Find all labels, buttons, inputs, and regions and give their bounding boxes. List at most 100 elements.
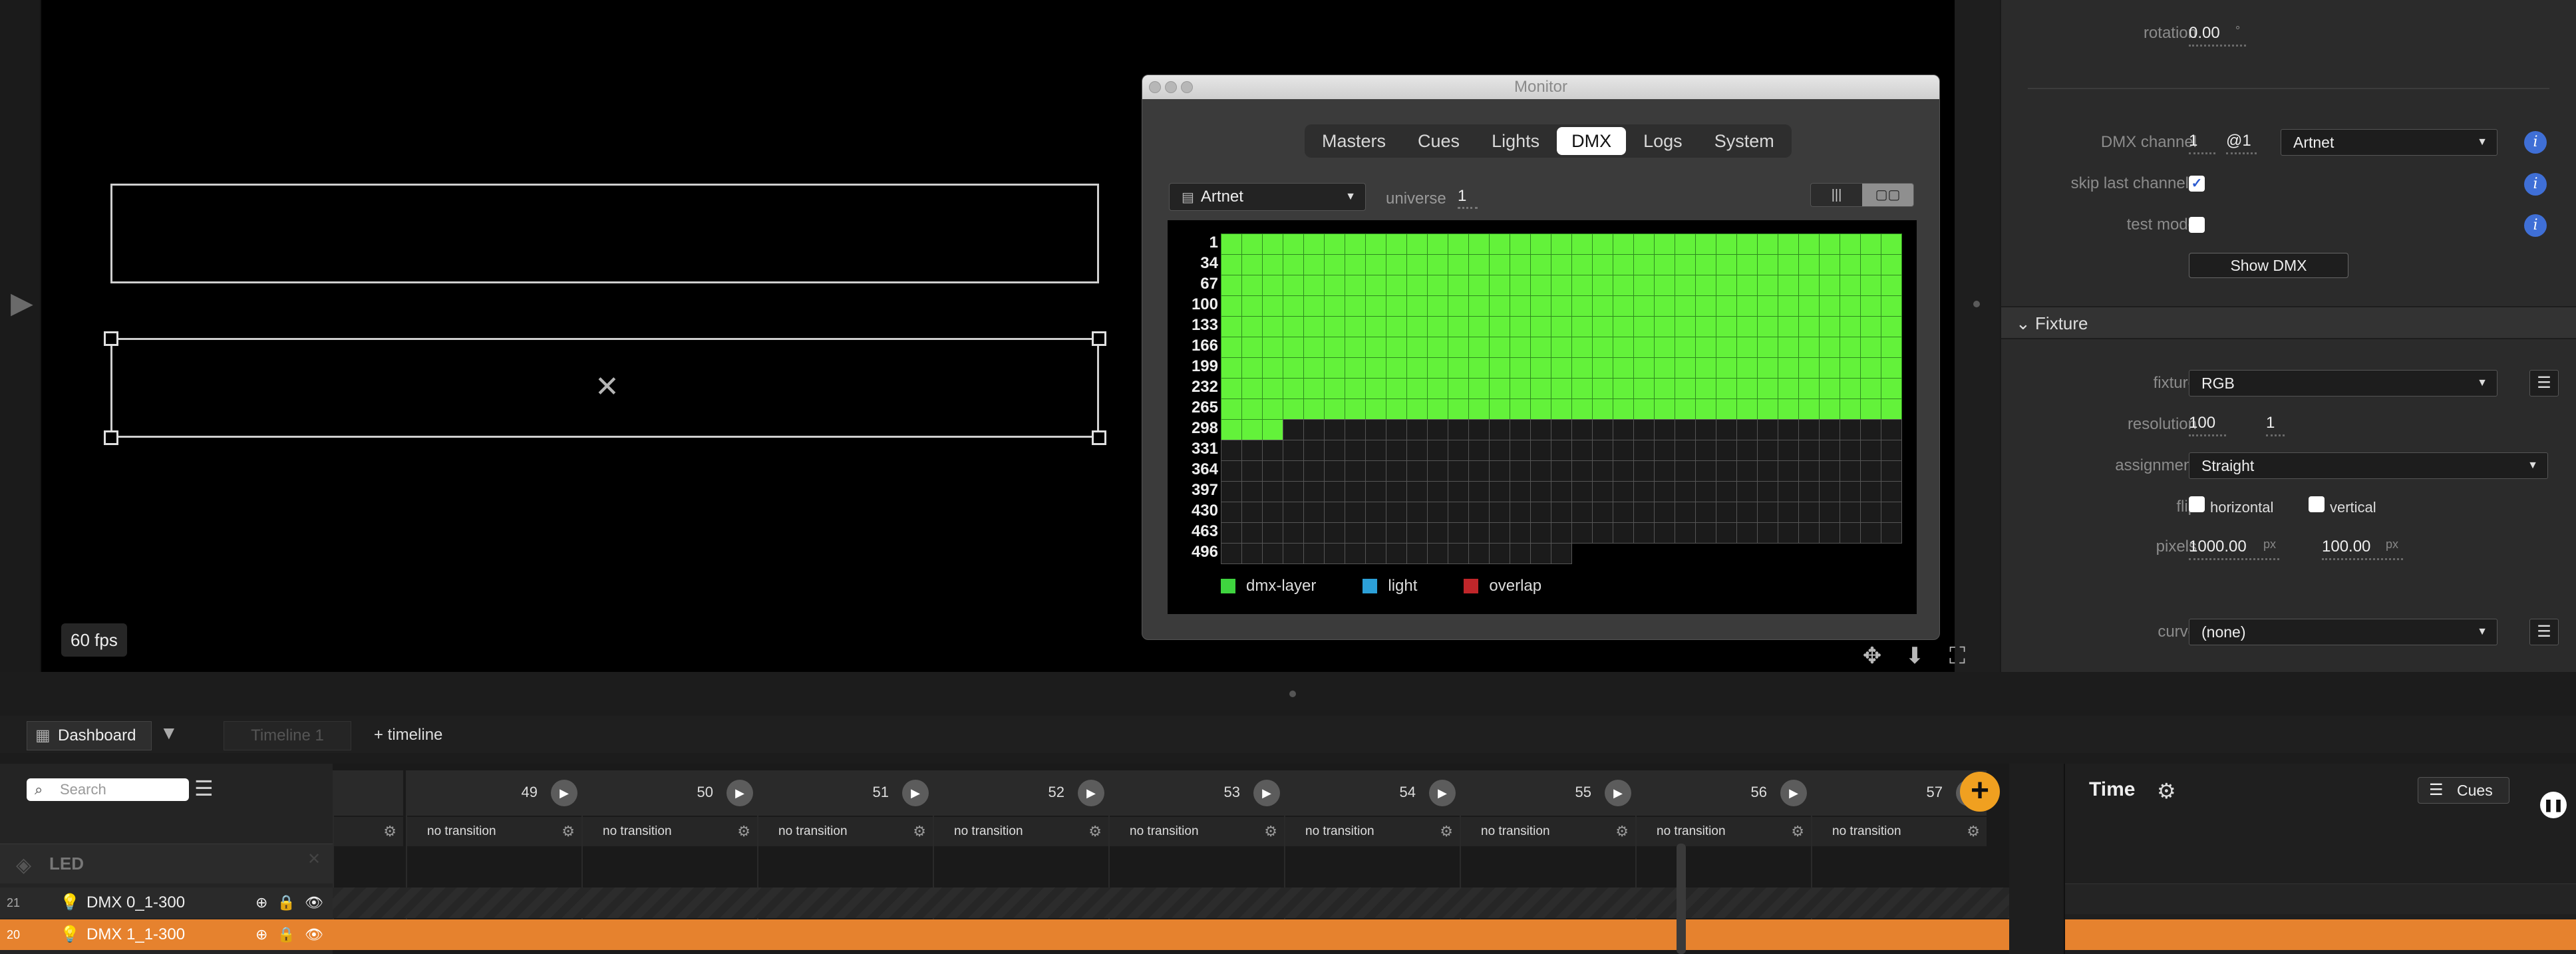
dmx-channel-cell[interactable] [1860, 481, 1881, 502]
dmx-channel-cell[interactable] [1736, 522, 1758, 544]
dmx-channel-cell[interactable] [1324, 460, 1345, 482]
led-strip-outline[interactable] [110, 184, 1099, 283]
dmx-channel-cell[interactable] [1654, 234, 1675, 255]
dmx-channel-cell[interactable] [1241, 337, 1263, 358]
dmx-channel-cell[interactable] [1819, 502, 1840, 523]
dmx-channel-cell[interactable] [1489, 254, 1510, 275]
dmx-channel-cell[interactable] [1736, 357, 1758, 379]
dmx-channel-cell[interactable] [1881, 295, 1902, 317]
dmx-channel-cell[interactable] [1798, 419, 1820, 440]
dmx-channel-cell[interactable] [1716, 357, 1737, 379]
download-icon[interactable]: ⬇ [1901, 643, 1928, 669]
dmx-channel-cell[interactable] [1840, 419, 1861, 440]
dmx-channel-cell[interactable] [1448, 398, 1469, 420]
move-icon[interactable]: ✥ [1859, 643, 1885, 669]
tab-dmx[interactable]: DMX [1557, 127, 1627, 155]
dmx-channel-cell[interactable] [1345, 378, 1366, 399]
dmx-channel-cell[interactable] [1860, 502, 1881, 523]
dmx-channel-cell[interactable] [1365, 460, 1386, 482]
dmx-channel-cell[interactable] [1592, 275, 1613, 296]
dmx-channel-cell[interactable] [1489, 378, 1510, 399]
dmx-channel-cell[interactable] [1613, 357, 1634, 379]
cue-header[interactable]: 56 ▶ [1637, 770, 1811, 816]
dmx-channel-cell[interactable] [1675, 460, 1696, 482]
dmx-channel-cell[interactable] [1675, 481, 1696, 502]
dmx-channel-cell[interactable] [1489, 460, 1510, 482]
dmx-channel-cell[interactable] [1303, 419, 1325, 440]
dmx-channel-cell[interactable] [1303, 254, 1325, 275]
dmx-channel-cell[interactable] [1695, 419, 1716, 440]
dmx-channel-cell[interactable] [1613, 502, 1634, 523]
dmx-channel-cell[interactable] [1262, 440, 1283, 461]
dmx-channel-cell[interactable] [1262, 522, 1283, 544]
splitter-strip[interactable] [1955, 0, 2000, 672]
layer-group-header[interactable]: ◈ LED ✕ [0, 844, 333, 883]
list-icon[interactable]: ☰ [194, 776, 214, 801]
dmx-channel-cell[interactable] [1262, 502, 1283, 523]
dmx-channel-cell[interactable] [1530, 543, 1551, 564]
dmx-channel-cell[interactable] [1427, 398, 1448, 420]
vertical-scrollbar[interactable] [1677, 844, 1686, 954]
dmx-channel-cell[interactable] [1530, 254, 1551, 275]
dmx-channel-cell[interactable] [1365, 543, 1386, 564]
dmx-channel-cell[interactable] [1840, 502, 1861, 523]
cue-transition[interactable]: no transition ⚙ [1637, 817, 1811, 846]
gear-icon[interactable]: ⚙ [1088, 817, 1102, 846]
dmx-channel-cell[interactable] [1262, 254, 1283, 275]
dmx-channel-cell[interactable] [1427, 481, 1448, 502]
dmx-channel-cell[interactable] [1324, 440, 1345, 461]
dmx-channel-cell[interactable] [1345, 440, 1366, 461]
dmx-channel-cell[interactable] [1798, 295, 1820, 317]
dmx-channel-cell[interactable] [1448, 522, 1469, 544]
gear-icon[interactable]: ⚙ [562, 817, 575, 846]
dmx-channel-cell[interactable] [1716, 419, 1737, 440]
list-icon[interactable]: ☰ [2529, 370, 2559, 397]
dmx-channel-cell[interactable] [1881, 502, 1902, 523]
dmx-channel-cell[interactable] [1551, 234, 1572, 255]
dmx-channel-cell[interactable] [1675, 234, 1696, 255]
dmx-channel-cell[interactable] [1633, 295, 1655, 317]
dmx-channel-cell[interactable] [1448, 481, 1469, 502]
dmx-channel-cell[interactable] [1283, 398, 1304, 420]
dmx-channel-cell[interactable] [1613, 419, 1634, 440]
dmx-channel-cell[interactable] [1241, 357, 1263, 379]
monitor-window[interactable]: Monitor Masters Cues Lights DMX Logs Sys… [1142, 75, 1940, 640]
dmx-channel-cell[interactable] [1860, 398, 1881, 420]
dmx-channel-cell[interactable] [1860, 357, 1881, 379]
dmx-channel-cell[interactable] [1819, 295, 1840, 317]
dmx-channel-cell[interactable] [1881, 481, 1902, 502]
fixture-section-header[interactable]: ⌄ Fixture [2001, 306, 2576, 339]
dmx-channel-cell[interactable] [1386, 316, 1407, 337]
dmx-channel-cell[interactable] [1241, 481, 1263, 502]
test-mode-checkbox[interactable] [2189, 217, 2205, 233]
dmx-channel-cell[interactable] [1386, 254, 1407, 275]
dmx-channel-cell[interactable] [1283, 275, 1304, 296]
dmx-channel-cell[interactable] [1736, 275, 1758, 296]
dmx-channel-cell[interactable] [1633, 522, 1655, 544]
curve-select[interactable]: (none) ▼ [2189, 619, 2497, 645]
dmx-channel-cell[interactable] [1241, 398, 1263, 420]
dmx-channel-cell[interactable] [1840, 378, 1861, 399]
dmx-channel-cell[interactable] [1860, 316, 1881, 337]
dmx-channel-cell[interactable] [1613, 254, 1634, 275]
flip-horizontal-checkbox[interactable] [2189, 496, 2205, 512]
dmx-channel-cell[interactable] [1592, 357, 1613, 379]
dmx-channel-cell[interactable] [1571, 502, 1593, 523]
dmx-channel-cell[interactable] [1303, 440, 1325, 461]
dmx-channel-cell[interactable] [1633, 502, 1655, 523]
dmx-channel-cell[interactable] [1468, 254, 1490, 275]
dmx-channel-cell[interactable] [1778, 357, 1799, 379]
dmx-channel-cell[interactable] [1736, 254, 1758, 275]
dmx-channel-cell[interactable] [1551, 460, 1572, 482]
cue-transition[interactable]: no transition ⚙ [1461, 817, 1635, 846]
dmx-channel-cell[interactable] [1798, 378, 1820, 399]
dmx-channel-cell[interactable] [1798, 357, 1820, 379]
dmx-channel-cell[interactable] [1778, 460, 1799, 482]
play-icon[interactable]: ▶ [726, 780, 753, 806]
dmx-channel-cell[interactable] [1468, 502, 1490, 523]
dmx-channel-cell[interactable] [1406, 254, 1428, 275]
dmx-channel-cell[interactable] [1262, 316, 1283, 337]
dmx-channel-cell[interactable] [1530, 295, 1551, 317]
cue-header[interactable]: 54 ▶ [1285, 770, 1460, 816]
dmx-channel-cell[interactable] [1860, 234, 1881, 255]
